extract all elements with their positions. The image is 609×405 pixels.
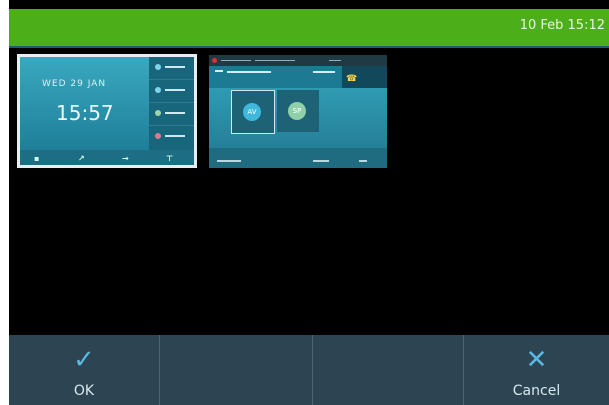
screen: 10 Feb 15:12 WED 29 JAN 15:57 ▪↗→⊤ ☎ (9, 0, 609, 405)
thumbnail-date: WED 29 JAN (42, 79, 107, 89)
cancel-button[interactable]: ✕ Cancel (464, 335, 609, 405)
checkmark-icon: ✓ (73, 345, 95, 375)
status-datetime: 10 Feb 15:12 (519, 18, 605, 33)
thumbnail-bottom-bar (209, 148, 387, 168)
softkey-bar: ✓ OK ✕ Cancel (9, 335, 609, 405)
thumbnail-title-bar (209, 55, 387, 66)
thumbnail-sidebar (149, 57, 194, 150)
screenshot-thumbnail-1[interactable]: WED 29 JAN 15:57 ▪ ↗ → ⊤ (17, 54, 197, 168)
avatar: AV (243, 103, 261, 121)
status-bar: 10 Feb 15:12 (9, 9, 609, 48)
thumbnail-contact-card-2: SP (277, 90, 319, 132)
ok-label: OK (73, 383, 95, 399)
thumbnail-contact-card-1: AV (231, 90, 275, 134)
close-icon: ✕ (525, 345, 548, 375)
cancel-label: Cancel (512, 383, 561, 399)
avatar: SP (288, 102, 306, 120)
thumbnail-time: 15:57 (56, 101, 114, 125)
phone-icon: ☎ (346, 74, 358, 84)
softkey-empty-3[interactable] (313, 335, 463, 405)
screenshot-thumbnail-2[interactable]: ☎ AV SP (209, 55, 387, 168)
thumbnail-bottom-bar: ▪ ↗ → ⊤ (20, 150, 194, 165)
ok-button[interactable]: ✓ OK (9, 335, 159, 405)
softkey-empty-2[interactable] (160, 335, 311, 405)
thumbnail-call-bar (209, 66, 342, 88)
thumbnail-home-screen: WED 29 JAN 15:57 (20, 57, 149, 150)
